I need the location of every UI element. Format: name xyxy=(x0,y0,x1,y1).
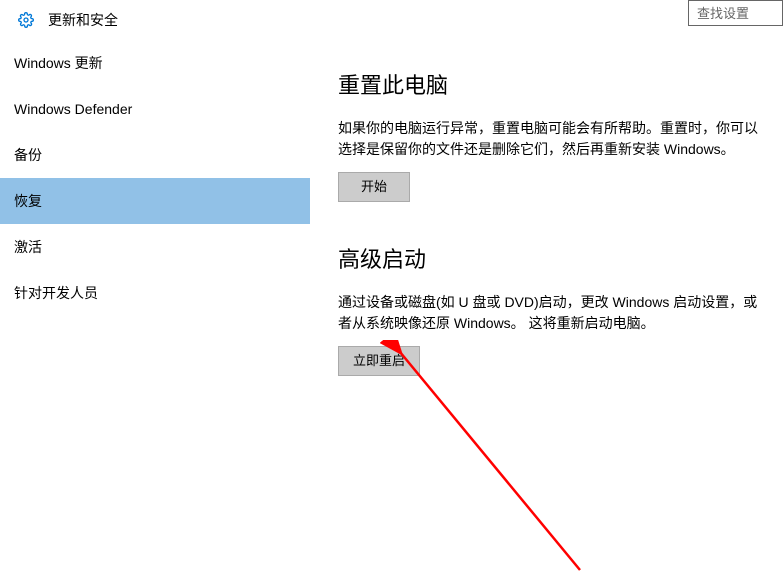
sidebar-item-label: 针对开发人员 xyxy=(14,285,98,301)
sidebar-item-label: Windows 更新 xyxy=(14,55,103,71)
sidebar-item-for-developers[interactable]: 针对开发人员 xyxy=(0,270,310,316)
sidebar-item-recovery[interactable]: 恢复 xyxy=(0,178,310,224)
reset-section: 重置此电脑 如果你的电脑运行异常，重置电脑可能会有所帮助。重置时，你可以选择是保… xyxy=(338,68,763,202)
sidebar-item-label: 备份 xyxy=(14,147,42,163)
sidebar-item-label: Windows Defender xyxy=(14,101,132,117)
sidebar-item-windows-defender[interactable]: Windows Defender xyxy=(0,86,310,132)
sidebar-item-backup[interactable]: 备份 xyxy=(0,132,310,178)
sidebar-item-label: 激活 xyxy=(14,239,42,255)
sidebar-item-windows-update[interactable]: Windows 更新 xyxy=(0,40,310,86)
sidebar-item-activation[interactable]: 激活 xyxy=(0,224,310,270)
reset-start-button[interactable]: 开始 xyxy=(338,172,410,202)
gear-icon xyxy=(18,12,34,28)
advanced-description: 通过设备或磁盘(如 U 盘或 DVD)启动，更改 Windows 启动设置，或者… xyxy=(338,292,763,334)
content-pane: 重置此电脑 如果你的电脑运行异常，重置电脑可能会有所帮助。重置时，你可以选择是保… xyxy=(310,40,783,578)
page-title: 更新和安全 xyxy=(48,10,118,30)
advanced-title: 高级启动 xyxy=(338,242,763,274)
body-wrap: Windows 更新 Windows Defender 备份 恢复 激活 针对开… xyxy=(0,40,783,578)
reset-description: 如果你的电脑运行异常，重置电脑可能会有所帮助。重置时，你可以选择是保留你的文件还… xyxy=(338,118,763,160)
search-input[interactable]: 查找设置 xyxy=(688,0,783,26)
reset-title: 重置此电脑 xyxy=(338,68,763,100)
advanced-startup-section: 高级启动 通过设备或磁盘(如 U 盘或 DVD)启动，更改 Windows 启动… xyxy=(338,242,763,376)
restart-now-button[interactable]: 立即重启 xyxy=(338,346,420,376)
sidebar: Windows 更新 Windows Defender 备份 恢复 激活 针对开… xyxy=(0,40,310,578)
header: 更新和安全 查找设置 xyxy=(0,0,783,40)
sidebar-item-label: 恢复 xyxy=(14,193,42,209)
